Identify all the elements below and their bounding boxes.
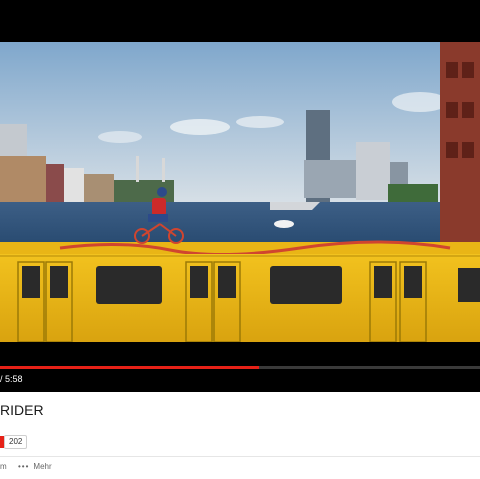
time-display: / 5:58 <box>0 374 23 384</box>
progress-fill <box>0 366 260 369</box>
more-dots-icon: ••• <box>18 462 30 471</box>
more-button[interactable]: ••• Mehr <box>18 462 52 471</box>
video-still <box>0 42 480 342</box>
video-info: RIDER 202 m ••• Mehr <box>0 392 480 479</box>
more-label: Mehr <box>33 462 52 471</box>
video-title: RIDER <box>0 402 44 418</box>
video-frame[interactable] <box>0 42 480 342</box>
progress-bar[interactable] <box>0 366 480 369</box>
divider <box>0 456 480 457</box>
video-player[interactable]: / 5:58 <box>0 0 480 392</box>
action-label-fragment[interactable]: m <box>0 462 7 471</box>
like-count-badge: 202 <box>4 435 28 449</box>
